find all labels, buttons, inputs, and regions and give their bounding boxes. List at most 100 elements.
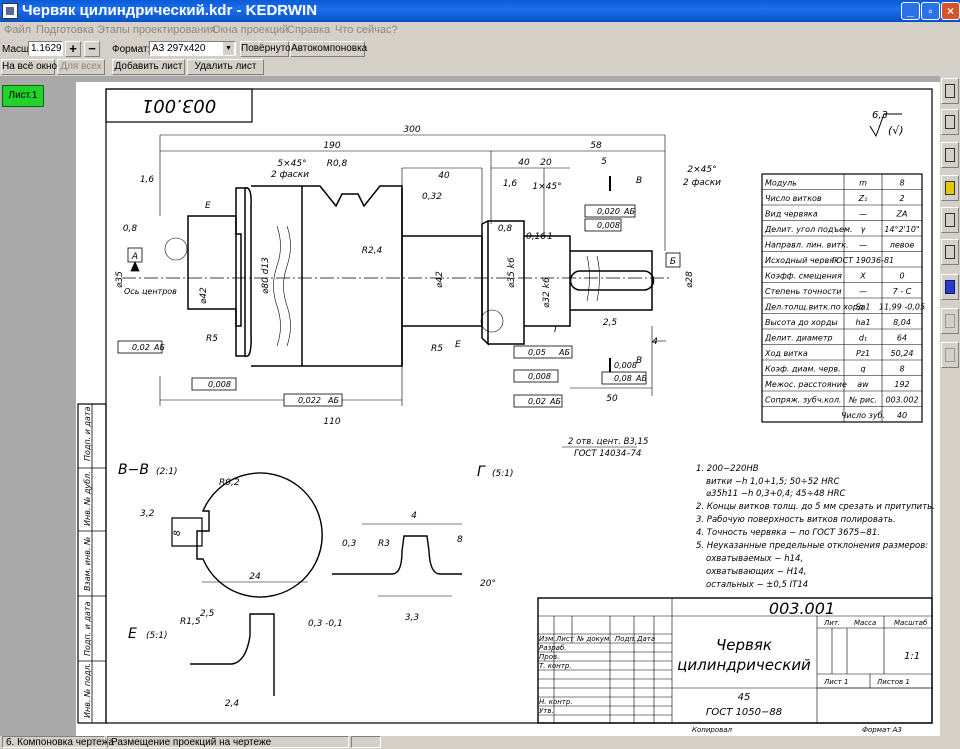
note-1b: ⌀35h11 −h 0,3+0,4; 45÷48 HRC bbox=[706, 489, 846, 499]
param-cell-1-0: Число витков bbox=[765, 194, 822, 203]
stamp-col-izm: Изм. bbox=[539, 635, 555, 643]
param-cell-10-1: d₁ bbox=[859, 334, 867, 343]
dim-16b: 1,6 bbox=[503, 179, 518, 189]
zoom-out-button[interactable]: − bbox=[84, 41, 100, 57]
section-tool-icon[interactable] bbox=[941, 142, 959, 168]
dim-phi28: ⌀28 bbox=[685, 271, 695, 288]
param-cell-10-0: Делит. диаметр bbox=[764, 334, 833, 343]
stamp-role-5: Утв. bbox=[539, 707, 554, 715]
menu-bar: Файл Подготовка Этапы проектирования Окн… bbox=[0, 22, 960, 40]
restore-button[interactable]: ▫ bbox=[921, 2, 940, 20]
scale-input[interactable]: 1.1629 bbox=[28, 41, 63, 56]
tol-1-base: АБ bbox=[623, 207, 635, 216]
drawing-area[interactable]: Подп. и дата Инв. № дубл. Взам. инв. № П… bbox=[62, 76, 940, 736]
tol-8-base: АБ bbox=[549, 397, 561, 406]
dimension-tool-icon[interactable] bbox=[941, 78, 959, 104]
dim-e-03: 0,3 -0,1 bbox=[308, 619, 343, 629]
param-cell-15-2: 40 bbox=[897, 411, 907, 420]
param-cell-7-1: — bbox=[859, 287, 867, 296]
param-cell-2-0: Вид червяка bbox=[765, 210, 818, 219]
minimize-button[interactable]: _ bbox=[901, 2, 920, 20]
stamp-format: Формат А3 bbox=[862, 726, 902, 734]
dim-1x45: 1×45° bbox=[532, 182, 561, 192]
sheet-tab[interactable]: Лист.1 bbox=[2, 85, 44, 107]
roughness-value: 6,3 bbox=[872, 110, 888, 121]
param-cell-11-0: Ход витка bbox=[764, 349, 808, 358]
note-1a: витки −h 1,0+1,5; 50÷52 HRC bbox=[706, 477, 840, 487]
add-sheet-button[interactable]: Добавить лист bbox=[112, 59, 185, 75]
dim-08b: 0,8 bbox=[498, 224, 513, 234]
param-cell-4-0: Направл. лин. витк. bbox=[765, 241, 849, 250]
dim-25: 2,5 bbox=[603, 318, 618, 328]
menu-help[interactable]: Справка bbox=[287, 24, 330, 36]
disabled-frame-icon[interactable] bbox=[941, 308, 959, 334]
table-tool-icon[interactable] bbox=[941, 239, 959, 265]
format-select[interactable]: А3 297х420 ▼ bbox=[149, 41, 236, 56]
drawing-canvas[interactable]: Подп. и дата Инв. № дубл. Взам. инв. № П… bbox=[62, 76, 940, 736]
dim-phi32: ⌀32 k6 bbox=[542, 277, 552, 308]
stamp-material-2: ГОСТ 1050−88 bbox=[706, 707, 782, 718]
menu-design-stages[interactable]: Этапы проектирования bbox=[97, 24, 216, 36]
note-3: 3. Рабочую поверхность витков полировать… bbox=[696, 515, 896, 525]
autolayout-button[interactable]: Автокомпоновка bbox=[290, 41, 367, 57]
dim-g-4: 4 bbox=[411, 511, 417, 521]
tol-7-val: 0,008 bbox=[528, 372, 551, 381]
dim-20: 20 bbox=[540, 158, 552, 168]
tol-5-val: 0,022 bbox=[298, 396, 321, 405]
menu-prepare[interactable]: Подготовка bbox=[36, 24, 94, 36]
rotated-button[interactable]: Повёрнуто bbox=[240, 41, 291, 57]
zoom-in-button[interactable]: + bbox=[65, 41, 81, 57]
param-cell-6-2: 0 bbox=[899, 272, 904, 281]
apply-all-button[interactable]: Для всех bbox=[57, 59, 105, 75]
dim-g-03: 0,3 bbox=[342, 539, 357, 549]
dim-chamfer2: 2×45° bbox=[687, 165, 716, 175]
close-button[interactable]: × bbox=[941, 2, 960, 20]
app-icon bbox=[2, 3, 18, 19]
tol-4-val: 0,008 bbox=[208, 380, 231, 389]
dim-e-24: 2,4 bbox=[225, 699, 240, 709]
text-tool-icon[interactable] bbox=[941, 207, 959, 233]
menu-whats-now[interactable]: Что сейчас? bbox=[335, 24, 398, 36]
section-bb-scale: (2:1) bbox=[156, 467, 178, 477]
param-cell-0-2: 8 bbox=[899, 179, 904, 188]
dim-5: 5 bbox=[601, 157, 607, 167]
view-e-scale: (5:1) bbox=[146, 631, 168, 641]
stamp-scale-v: 1:1 bbox=[904, 651, 920, 662]
param-cell-3-0: Делит. угол подъем. bbox=[764, 225, 853, 234]
param-cell-8-2: 11,99 -0,05 bbox=[879, 303, 925, 312]
mirrored-designation: 003.001 bbox=[142, 95, 216, 116]
param-cell-14-1: № рис. bbox=[848, 396, 877, 405]
dim-e-r15: R1,5 bbox=[180, 617, 201, 627]
note-5: 5. Неуказанные предельные отклонения раз… bbox=[696, 541, 928, 551]
menu-projection-windows[interactable]: Окна проекций bbox=[212, 24, 288, 36]
dim-40b: 40 bbox=[438, 171, 450, 181]
dim-phi42b: ⌀42 bbox=[435, 271, 445, 288]
stamp-lit: Лит. bbox=[823, 619, 840, 627]
active-frame-tool-icon[interactable] bbox=[941, 175, 959, 201]
param-cell-5-0: Исходный червяк bbox=[765, 256, 839, 265]
dim-phi35k6: ⌀35 k6 bbox=[507, 257, 517, 288]
dim-bb-24: 24 bbox=[249, 572, 261, 582]
param-cell-7-2: 7 - С bbox=[893, 287, 912, 296]
param-cell-5-1: ГОСТ 19036-81 bbox=[832, 256, 894, 265]
tol-9-val: 0,08 bbox=[614, 374, 632, 383]
window-title: Червяк цилиндрический.kdr - KEDRWIN bbox=[22, 2, 318, 19]
tol-10-val: 0,008 bbox=[614, 361, 637, 370]
fit-window-button[interactable]: На всё окно bbox=[1, 59, 57, 75]
dim-032: 0,32 bbox=[422, 192, 442, 202]
dim-110: 110 bbox=[323, 417, 340, 427]
delete-sheet-button[interactable]: Удалить лист bbox=[187, 59, 264, 75]
book-icon[interactable] bbox=[941, 274, 959, 300]
disabled-stamp-icon[interactable] bbox=[941, 342, 959, 368]
menu-file[interactable]: Файл bbox=[4, 24, 31, 36]
status-hint: Размещение проекций на чертеже bbox=[107, 736, 349, 748]
param-cell-0-0: Модуль bbox=[765, 179, 797, 188]
param-cell-0-1: m bbox=[859, 179, 867, 188]
projection-tool-icon[interactable] bbox=[941, 109, 959, 135]
tol-6-base: АБ bbox=[558, 348, 570, 357]
param-cell-8-1: Sa1 bbox=[855, 303, 870, 312]
tol-1-val: 0,020 bbox=[597, 207, 620, 216]
note-2: 2. Концы витков толщ. до 5 мм срезать и … bbox=[696, 502, 935, 512]
stamp-designation: 003.001 bbox=[769, 599, 835, 618]
dim-190: 190 bbox=[323, 141, 340, 151]
